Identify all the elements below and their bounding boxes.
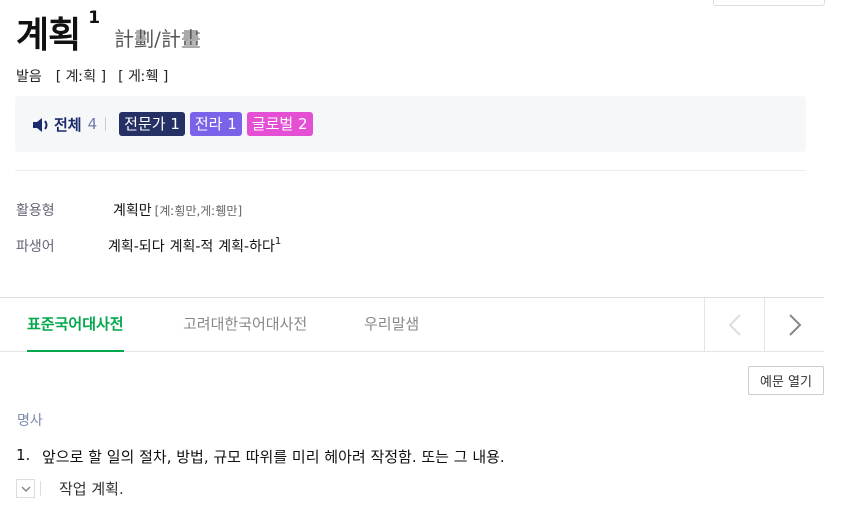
conjugation-row: 활용형 계획만 [계ː횡만,게ː휑만]	[16, 200, 242, 220]
top-corner-box	[713, 0, 825, 6]
accent-badge-jeolla[interactable]: 전라 1	[189, 112, 242, 136]
headword-homonym-number: 1	[88, 8, 101, 28]
headword: 계획	[16, 15, 81, 56]
derivative-link[interactable]: 계획-되다	[108, 236, 165, 256]
speaker-icon[interactable]	[32, 116, 50, 132]
chevron-down-icon	[20, 485, 31, 492]
conjugation-label: 활용형	[16, 203, 55, 219]
listen-all-count: 4	[87, 115, 98, 133]
listen-panel: 전체 4 전문가 1 전라 1 글로벌 2	[15, 96, 806, 152]
divider	[40, 481, 41, 496]
definition-item: 1. 앞으로 할 일의 절차, 방법, 규모 따위를 미리 헤아려 작정함. 또…	[16, 446, 505, 467]
tab-standard-dictionary[interactable]: 표준국어대사전	[27, 298, 124, 352]
pronunciation-form: [ 게ː훽 ]	[118, 69, 169, 85]
next-tab-button[interactable]	[764, 298, 824, 352]
open-examples-button[interactable]: 예문 열기	[748, 366, 824, 395]
pronunciation-label: 발음	[16, 69, 42, 85]
hanja-origin: 計劃/計畫	[114, 27, 201, 51]
example-item: 작업 계획.	[16, 478, 124, 499]
example-toggle-button[interactable]	[16, 479, 35, 498]
derivatives-label: 파생어	[16, 239, 55, 255]
example-text: 작업 계획.	[59, 480, 124, 498]
pronunciation-form: [ 계ː획 ]	[55, 69, 107, 85]
part-of-speech: 명사	[17, 413, 43, 429]
conjugation-form: 계획만	[113, 203, 152, 219]
accent-badge-expert[interactable]: 전문가 1	[119, 112, 185, 136]
derivative-homonym-number: 1	[274, 236, 282, 247]
listen-all-button[interactable]: 전체	[54, 114, 82, 135]
headword-row: 계획 1 計劃/計畫	[16, 6, 201, 54]
dictionary-tabs: 표준국어대사전 고려대한국어대사전 우리말샘	[0, 297, 824, 352]
definition-text: 앞으로 할 일의 절차, 방법, 규모 따위를 미리 헤아려 작정함. 또는 그…	[42, 448, 505, 466]
pronunciation-row: 발음 [ 계ː획 ] [ 게ː훽 ]	[16, 66, 168, 86]
accent-badge-global[interactable]: 글로벌 2	[246, 112, 313, 136]
prev-tab-button[interactable]	[704, 298, 764, 352]
derivative-link[interactable]: 계획-적	[170, 236, 214, 256]
tab-korea-univ-dictionary[interactable]: 고려대한국어대사전	[183, 298, 307, 352]
chevron-left-icon	[728, 314, 741, 336]
derivatives-row: 파생어 계획-되다 계획-적 계획-하다 1	[16, 236, 281, 256]
chevron-right-icon	[788, 314, 801, 336]
tab-urimalsaem[interactable]: 우리말샘	[364, 298, 419, 352]
derivative-link[interactable]: 계획-하다	[218, 236, 275, 256]
definition-number: 1.	[16, 446, 31, 464]
divider	[105, 117, 107, 131]
divider	[15, 170, 806, 171]
conjugation-pronunciation: [계ː횡만,게ː휑만]	[154, 204, 243, 218]
